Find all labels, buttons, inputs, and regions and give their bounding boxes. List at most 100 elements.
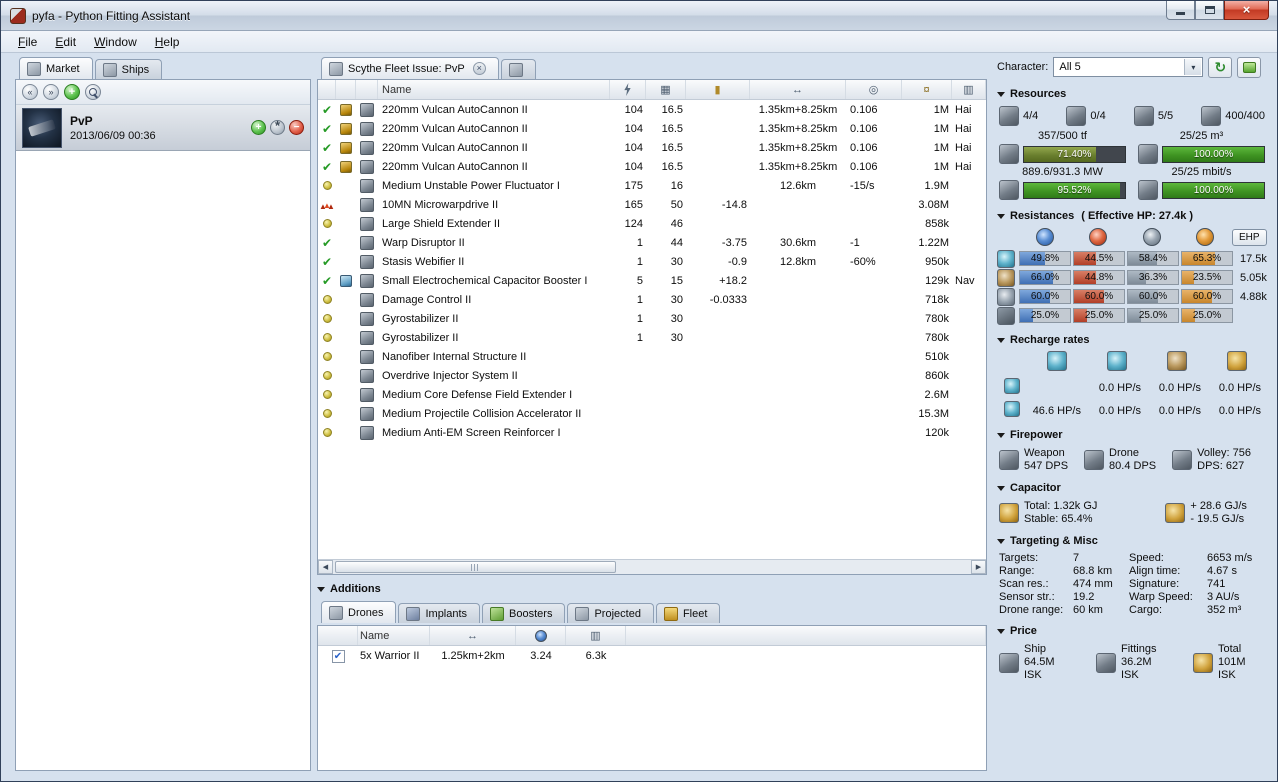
menu-edit[interactable]: Edit: [46, 32, 85, 52]
range-column-header[interactable]: [750, 80, 846, 99]
module-row[interactable]: 220mm Vulcan AutoCannon II 104 16.5 1.35km+…: [318, 157, 986, 176]
capacitor-section-header[interactable]: Capacitor: [997, 480, 1267, 496]
drone-row[interactable]: 5x Warrior II 1.25km+2km 3.24 6.3k: [318, 646, 986, 666]
tab-projected[interactable]: Projected: [567, 603, 654, 623]
module-state-active-icon[interactable]: [322, 103, 332, 117]
copy-fitting-button[interactable]: [251, 120, 266, 135]
drone-active-column-header[interactable]: [318, 626, 358, 645]
fitting-item[interactable]: PvP 2013/06/09 00:36: [16, 105, 310, 151]
module-row[interactable]: Gyrostabilizer II 1 30 780k: [318, 309, 986, 328]
powergrid-column-header[interactable]: [610, 80, 646, 99]
module-state-active-icon[interactable]: [322, 236, 332, 250]
module-state-overheated-icon[interactable]: [323, 199, 331, 211]
targeting-section-header[interactable]: Targeting & Misc: [997, 533, 1267, 549]
drone-name-column-header[interactable]: Name: [358, 626, 430, 645]
module-row[interactable]: 220mm Vulcan AutoCannon II 104 16.5 1.35km+…: [318, 138, 986, 157]
capacitor-column-header[interactable]: [686, 80, 750, 99]
price-section-header[interactable]: Price: [997, 623, 1267, 639]
cpu-column-header[interactable]: [646, 80, 686, 99]
module-state-online-icon[interactable]: [322, 371, 332, 380]
module-row[interactable]: Medium Core Defense Field Extender I 2.6M: [318, 385, 986, 404]
new-fitting-button[interactable]: [64, 84, 80, 100]
module-row[interactable]: Medium Projectile Collision Accelerator …: [318, 404, 986, 423]
horizontal-scrollbar[interactable]: [318, 559, 986, 574]
scroll-right-button[interactable]: [971, 560, 986, 574]
module-row[interactable]: Damage Control II 1 30 -0.0333 718k: [318, 290, 986, 309]
tab-open-fit[interactable]: Scythe Fleet Issue: PvP: [321, 57, 499, 79]
module-state-online-icon[interactable]: [322, 295, 332, 304]
ehp-toggle-button[interactable]: EHP: [1231, 228, 1267, 246]
scrollbar-track[interactable]: [333, 560, 971, 574]
tab-implants[interactable]: Implants: [398, 603, 481, 623]
module-table-header[interactable]: Name: [318, 80, 986, 100]
search-button[interactable]: [85, 84, 101, 100]
module-state-active-icon[interactable]: [322, 160, 332, 174]
delete-fitting-button[interactable]: [289, 120, 304, 135]
tab-drones[interactable]: Drones: [321, 601, 397, 623]
charge-icon-column-header[interactable]: [336, 80, 356, 99]
module-row[interactable]: Small Electrochemical Capacitor Booster …: [318, 271, 986, 290]
drone-dps-column-header[interactable]: [566, 626, 626, 645]
module-row[interactable]: 220mm Vulcan AutoCannon II 104 16.5 1.35km+…: [318, 100, 986, 119]
module-state-active-icon[interactable]: [322, 274, 332, 288]
scroll-left-button[interactable]: [318, 560, 333, 574]
module-row[interactable]: 10MN Microwarpdrive II 165 50 -14.8 3.08M: [318, 195, 986, 214]
module-state-online-icon[interactable]: [322, 314, 332, 323]
drone-tracking-column-header[interactable]: [516, 626, 566, 645]
drone-range-column-header[interactable]: [430, 626, 516, 645]
refresh-character-button[interactable]: [1208, 56, 1233, 78]
state-column-header[interactable]: [318, 80, 336, 99]
module-row[interactable]: Large Shield Extender II 124 46 858k: [318, 214, 986, 233]
tab-boosters[interactable]: Boosters: [482, 603, 566, 623]
module-row[interactable]: Medium Unstable Power Fluctuator I 175 16 1…: [318, 176, 986, 195]
nav-back-button[interactable]: [22, 84, 38, 100]
rename-fitting-button[interactable]: [270, 120, 285, 135]
close-tab-button[interactable]: [472, 62, 486, 75]
module-state-online-icon[interactable]: [322, 219, 332, 228]
recharge-section-header[interactable]: Recharge rates: [997, 332, 1267, 348]
tab-ships[interactable]: Ships: [94, 59, 163, 79]
tab-fleet[interactable]: Fleet: [655, 603, 721, 623]
menu-file[interactable]: File: [9, 32, 46, 52]
module-row[interactable]: Nanofiber Internal Structure II 510k: [318, 347, 986, 366]
maximize-button[interactable]: [1195, 1, 1224, 20]
drone-active-checkbox[interactable]: [331, 649, 345, 663]
module-row[interactable]: Medium Anti-EM Screen Reinforcer I 120k: [318, 423, 986, 442]
menu-help[interactable]: Help: [146, 32, 189, 52]
titlebar[interactable]: pyfa - Python Fitting Assistant: [1, 1, 1277, 31]
module-state-active-icon[interactable]: [322, 122, 332, 136]
minimize-button[interactable]: [1166, 1, 1195, 20]
module-state-online-icon[interactable]: [322, 390, 332, 399]
export-fit-button[interactable]: [1237, 56, 1262, 78]
module-state-active-icon[interactable]: [322, 141, 332, 155]
nav-forward-button[interactable]: [43, 84, 59, 100]
drone-table-header[interactable]: Name: [318, 626, 986, 646]
menu-window[interactable]: Window: [85, 32, 146, 52]
character-dropdown[interactable]: All 5: [1053, 57, 1204, 77]
module-row[interactable]: 220mm Vulcan AutoCannon II 104 16.5 1.35km+…: [318, 119, 986, 138]
module-state-online-icon[interactable]: [322, 428, 332, 437]
close-button[interactable]: [1224, 1, 1269, 20]
module-row[interactable]: Overdrive Injector System II 860k: [318, 366, 986, 385]
module-state-active-icon[interactable]: [322, 255, 332, 269]
module-state-online-icon[interactable]: [322, 409, 332, 418]
module-state-online-icon[interactable]: [322, 333, 332, 342]
firepower-section-header[interactable]: Firepower: [997, 427, 1267, 443]
additions-header[interactable]: Additions: [317, 581, 987, 597]
module-state-online-icon[interactable]: [322, 181, 332, 190]
chevron-down-icon[interactable]: [1184, 59, 1202, 75]
module-icon-column-header[interactable]: [356, 80, 378, 99]
misc-column-header[interactable]: [846, 80, 902, 99]
scrollbar-thumb[interactable]: [335, 561, 616, 573]
module-row[interactable]: Stasis Webifier II 1 30 -0.9 12.8km -60% 950k: [318, 252, 986, 271]
tab-market[interactable]: Market: [19, 57, 93, 79]
module-row[interactable]: Warp Disruptor II 1 44 -3.75 30.6km -1 1.22M: [318, 233, 986, 252]
new-tab-button[interactable]: [500, 59, 536, 79]
resources-section-header[interactable]: Resources: [997, 86, 1267, 102]
resistances-section-header[interactable]: Resistances ( Effective HP: 27.4k ): [997, 208, 1267, 224]
ammo-column-header[interactable]: [952, 80, 986, 99]
name-column-header[interactable]: Name: [378, 80, 610, 99]
price-column-header[interactable]: [902, 80, 952, 99]
module-row[interactable]: Gyrostabilizer II 1 30 780k: [318, 328, 986, 347]
module-state-online-icon[interactable]: [322, 352, 332, 361]
